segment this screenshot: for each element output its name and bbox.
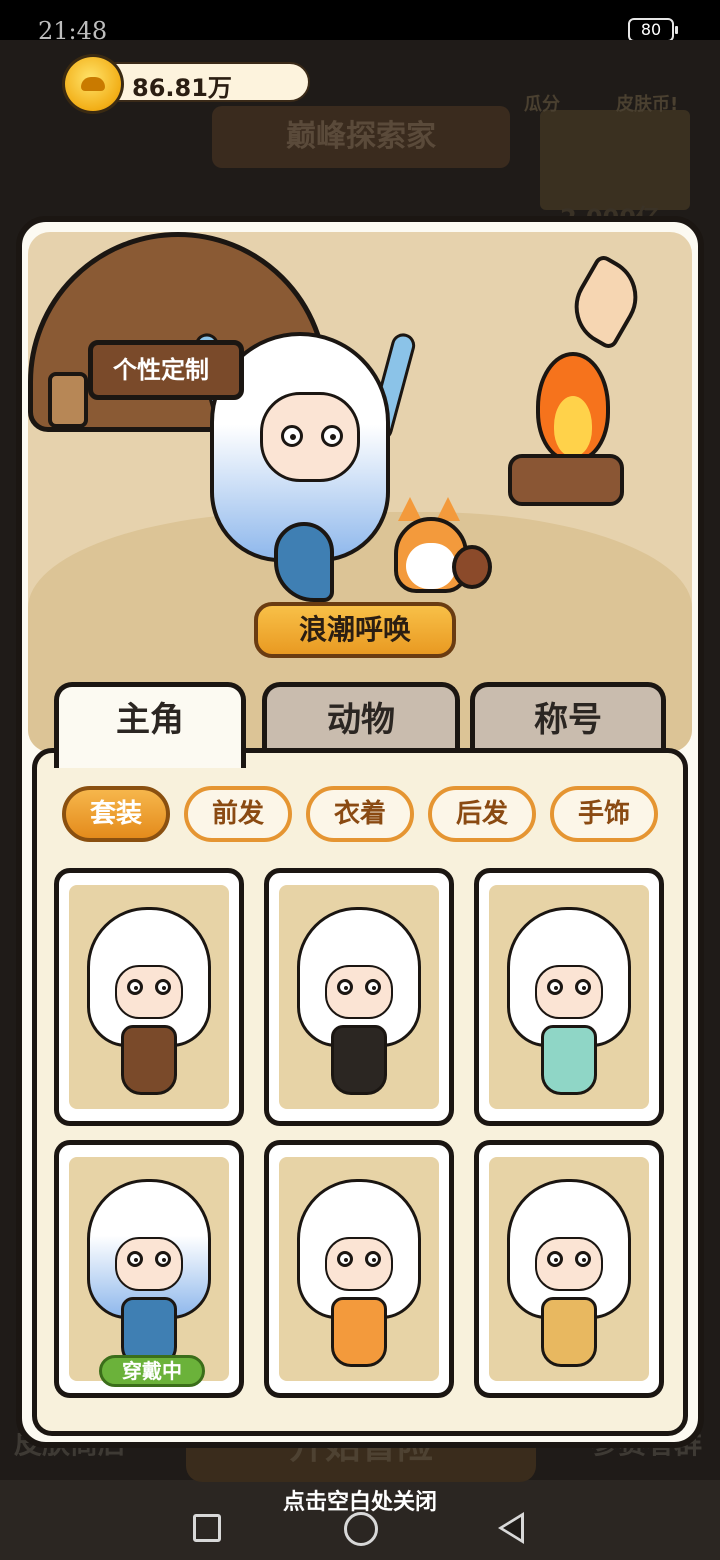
fox-pet (388, 487, 498, 597)
character-preview-scene (28, 232, 692, 752)
subtab-accessory[interactable]: 手饰 (550, 786, 658, 842)
campfire-logs (508, 454, 624, 506)
eye-icon (281, 425, 303, 447)
subtab-clothes[interactable]: 衣着 (306, 786, 414, 842)
eye-icon (365, 1251, 381, 1267)
hero-face (260, 392, 360, 482)
hero-mermaid-tail (274, 522, 334, 602)
chibi-face (535, 1237, 603, 1291)
custom-sign: 个性定制 (88, 340, 244, 400)
outfit-preview (69, 885, 229, 1109)
eye-icon (127, 979, 143, 995)
chibi-body (121, 1025, 177, 1095)
eye-icon (575, 979, 591, 995)
chibi-body (541, 1025, 597, 1095)
eye-icon (155, 1251, 171, 1267)
subtab-back-hair[interactable]: 后发 (428, 786, 536, 842)
eye-icon (365, 979, 381, 995)
home-icon[interactable] (344, 1512, 378, 1546)
eye-icon (337, 979, 353, 995)
eye-icon (155, 979, 171, 995)
chibi-body (541, 1297, 597, 1367)
outfit-card-witch[interactable] (264, 1140, 454, 1398)
outfit-name-plate: 浪潮呼唤 (254, 602, 456, 658)
tree-stump (48, 372, 88, 428)
roasted-meat-icon (560, 252, 652, 352)
chibi-face (115, 965, 183, 1019)
outfit-preview (69, 1157, 229, 1381)
chibi-face (535, 965, 603, 1019)
outfit-preview (279, 1157, 439, 1381)
tab-animal[interactable]: 动物 (262, 682, 460, 750)
eye-icon (127, 1251, 143, 1267)
reward-right-text: 皮肤币! (616, 94, 679, 115)
wearing-badge: 穿戴中 (99, 1355, 205, 1387)
tab-title[interactable]: 称号 (470, 682, 666, 750)
tab-protagonist[interactable]: 主角 (54, 682, 246, 768)
outfit-preview (489, 1157, 649, 1381)
subtab-front-hair[interactable]: 前发 (184, 786, 292, 842)
eye-icon (547, 979, 563, 995)
subtab-outfit-set[interactable]: 套装 (62, 786, 170, 842)
eye-icon (575, 1251, 591, 1267)
back-icon[interactable] (498, 1512, 524, 1544)
chibi-face (325, 1237, 393, 1291)
chibi-face (115, 1237, 183, 1291)
outfit-preview (489, 885, 649, 1109)
eye-icon (321, 425, 343, 447)
outfit-card-fox-maid[interactable] (264, 868, 454, 1126)
outfit-card-fairy[interactable] (474, 868, 664, 1126)
battery-icon: 80 (628, 18, 678, 42)
chibi-face (325, 965, 393, 1019)
outfit-preview (279, 885, 439, 1109)
fox-ear (398, 497, 422, 521)
currency-amount: 86.81万 (132, 74, 232, 102)
eye-icon (337, 1251, 353, 1267)
background-banner: 巅峰探索家 (212, 106, 510, 168)
fox-belly (406, 543, 456, 589)
outfit-card-cavewoman[interactable] (54, 868, 244, 1126)
fox-tail (452, 545, 492, 589)
currency-pill: 86.81万 (96, 62, 310, 102)
outfit-card-tiger[interactable] (474, 1140, 664, 1398)
eye-icon (547, 1251, 563, 1267)
flame-inner (554, 396, 592, 456)
outfit-card-mermaid[interactable]: 穿戴中 (54, 1140, 244, 1398)
background-reward: 瓜分 皮肤币! 2.000亿 (524, 90, 714, 232)
chibi-body (331, 1297, 387, 1367)
status-bar: 21:48 80 (0, 0, 720, 45)
recent-apps-icon[interactable] (193, 1514, 221, 1542)
reward-left-text: 瓜分 (524, 94, 560, 115)
chibi-body (331, 1025, 387, 1095)
gold-coin-icon (62, 54, 124, 114)
navigation-bar (0, 1500, 720, 1560)
